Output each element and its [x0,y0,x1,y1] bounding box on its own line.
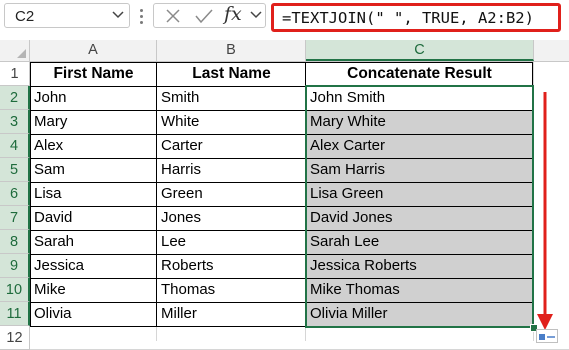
enter-check-icon[interactable] [194,7,214,25]
cancel-x-icon[interactable] [164,7,182,25]
table-cell[interactable]: White [157,110,306,134]
table-cell[interactable]: Carter [157,134,306,158]
header-concatenate-result[interactable]: Concatenate Result [306,62,533,86]
table-cell[interactable]: Mike [30,278,157,302]
formula-actions: fx [153,3,266,28]
table-cell[interactable]: John Smith [306,86,533,110]
chevron-down-icon[interactable] [112,10,124,20]
column-header-a[interactable]: A [30,40,157,61]
table-cell[interactable]: Sam [30,158,157,182]
red-arrow-icon [537,92,553,330]
table-cell[interactable]: Lisa [30,182,157,206]
table-cell[interactable]: Mary [30,110,157,134]
row-header[interactable]: 7 [0,206,30,230]
row-header[interactable]: 8 [0,230,30,254]
column-headers: A B C [0,40,569,62]
table-cell[interactable]: Lee [157,230,306,254]
table-cell[interactable]: Sarah Lee [306,230,533,254]
table-cell[interactable]: Jessica [30,254,157,278]
table-cell[interactable]: Green [157,182,306,206]
table-cell[interactable]: Smith [157,86,306,110]
table-cell[interactable]: Roberts [157,254,306,278]
row-header[interactable]: 12 [0,326,30,350]
table-cell[interactable]: Sam Harris [306,158,533,182]
table-cell[interactable]: Alex [30,134,157,158]
row-header[interactable]: 6 [0,182,30,206]
chevron-down-icon[interactable] [250,10,262,20]
table-cell[interactable]: John [30,86,157,110]
table-cell[interactable]: Alex Carter [306,134,533,158]
column-header-b[interactable]: B [157,40,306,61]
formula-input[interactable]: =TEXTJOIN(" ", TRUE, A2:B2) [271,3,561,32]
row-header[interactable]: 2 [0,86,30,110]
table-cell[interactable]: Olivia [30,302,157,326]
table-cell[interactable]: Olivia Miller [306,302,533,326]
table-cell[interactable]: David Jones [306,206,533,230]
formula-text: =TEXTJOIN(" ", TRUE, A2:B2) [282,9,534,27]
name-box[interactable]: C2 [4,3,130,28]
formula-bar: C2 fx =TEXTJOIN(" ", TRUE, A2:B2) [0,0,569,33]
row-header[interactable]: 3 [0,110,30,134]
table-cell[interactable]: Mary White [306,110,533,134]
table-cell[interactable]: Harris [157,158,306,182]
table-cell[interactable]: Jones [157,206,306,230]
column-header-d[interactable] [534,40,569,61]
table-cell[interactable]: Jessica Roberts [306,254,533,278]
row-header[interactable]: 4 [0,134,30,158]
drag-handle-icon[interactable] [140,9,144,25]
row-header[interactable]: 11 [0,302,30,326]
table-cell[interactable]: Lisa Green [306,182,533,206]
row-header[interactable]: 5 [0,158,30,182]
insert-function-icon[interactable]: fx [224,3,242,25]
table-cell[interactable]: Thomas [157,278,306,302]
row-header[interactable]: 10 [0,278,30,302]
column-header-c[interactable]: C [306,40,534,61]
name-box-value: C2 [15,8,35,25]
table-cell[interactable]: Miller [157,302,306,326]
row-header[interactable]: 9 [0,254,30,278]
header-first-name[interactable]: First Name [30,62,157,86]
header-last-name[interactable]: Last Name [157,62,306,86]
row-header[interactable]: 1 [0,62,30,86]
table-cell[interactable]: Sarah [30,230,157,254]
table-cell[interactable]: David [30,206,157,230]
table-cell[interactable]: Mike Thomas [306,278,533,302]
select-all-button[interactable] [0,40,30,61]
